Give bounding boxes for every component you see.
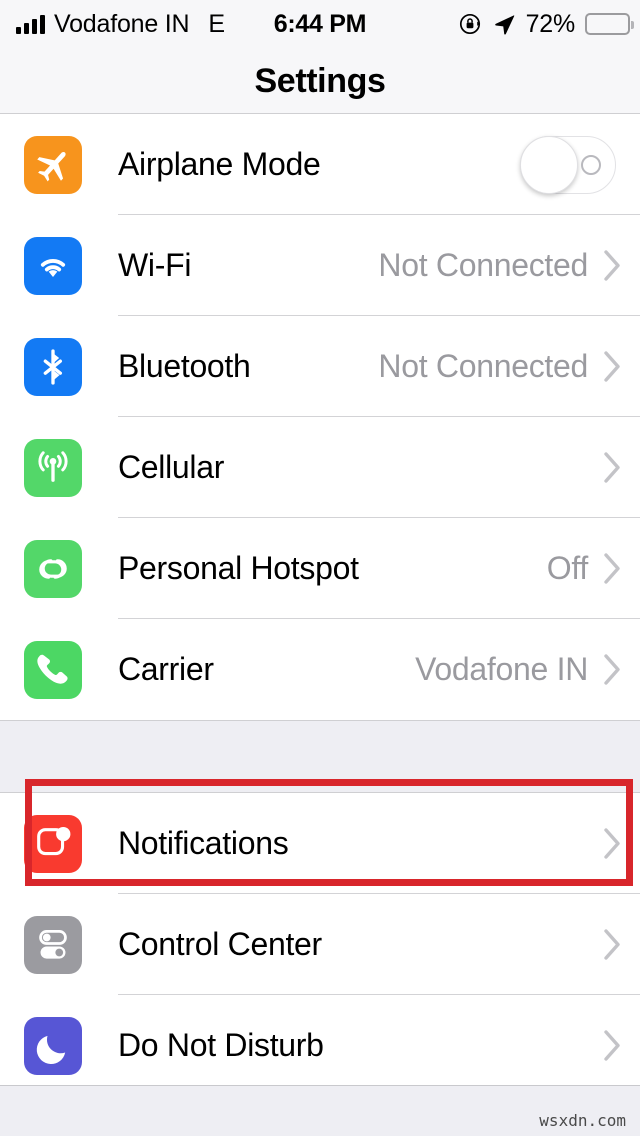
settings-group-connectivity: Airplane Mode Wi-Fi Not Connected Blueto… [0, 114, 640, 720]
status-bar-right: 72% [459, 9, 634, 39]
settings-row-personal-hotspot[interactable]: Personal Hotspot Off [0, 518, 640, 619]
chevron-right-icon [604, 929, 622, 960]
iphone-settings-screen: Vodafone IN E 6:44 PM 72% Settings Airpl… [0, 0, 640, 1136]
settings-row-label: Wi-Fi [118, 247, 192, 283]
settings-row-accessory: Vodafone IN [415, 651, 640, 688]
settings-row-label: Carrier [118, 651, 214, 687]
status-bar: Vodafone IN E 6:44 PM 72% [0, 0, 640, 48]
settings-row-label: Personal Hotspot [118, 550, 359, 586]
settings-row-label: Airplane Mode [118, 146, 321, 182]
settings-row-do-not-disturb[interactable]: Do Not Disturb [0, 995, 640, 1096]
chevron-right-icon [604, 828, 622, 859]
battery-percent-label: 72% [525, 9, 576, 38]
settings-list: Airplane Mode Wi-Fi Not Connected Blueto… [0, 114, 640, 1096]
watermark-label: wsxdn.com [539, 1111, 626, 1130]
settings-row-label: Control Center [118, 926, 322, 962]
location-arrow-icon [494, 14, 514, 34]
settings-row-accessory [588, 828, 640, 859]
settings-row-label: Bluetooth [118, 348, 251, 384]
settings-row-value: Vodafone IN [415, 651, 588, 687]
chevron-right-icon [604, 452, 622, 483]
chevron-right-icon [604, 654, 622, 685]
settings-row-bluetooth[interactable]: Bluetooth Not Connected [0, 316, 640, 417]
settings-row-accessory: Not Connected [378, 348, 640, 385]
settings-row-control-center[interactable]: Control Center [0, 894, 640, 995]
settings-row-accessory [520, 135, 640, 194]
toggle-off-indicator [581, 154, 601, 175]
settings-row-accessory [588, 452, 640, 483]
settings-row-notifications[interactable]: Notifications [0, 793, 640, 894]
settings-row-wifi[interactable]: Wi-Fi Not Connected [0, 215, 640, 316]
settings-row-accessory [588, 1030, 640, 1061]
chevron-right-icon [604, 1030, 622, 1061]
airplane-mode-toggle[interactable] [520, 135, 616, 194]
notification-badge-icon [24, 814, 82, 873]
settings-row-carrier[interactable]: Carrier Vodafone IN [0, 619, 640, 720]
toggle-knob [520, 135, 578, 194]
settings-row-label: Notifications [118, 825, 289, 861]
page-title: Settings [254, 61, 386, 100]
settings-row-accessory [588, 929, 640, 960]
footer-strip: wsxdn.com [0, 1085, 640, 1136]
airplane-icon [24, 135, 82, 194]
phone-handset-icon [24, 640, 82, 699]
settings-row-cellular[interactable]: Cellular [0, 417, 640, 518]
settings-row-label: Cellular [118, 449, 225, 485]
bluetooth-icon [24, 337, 82, 396]
wifi-icon [24, 236, 82, 295]
settings-row-value: Not Connected [378, 348, 588, 384]
settings-row-airplane-mode[interactable]: Airplane Mode [0, 114, 640, 215]
settings-row-accessory: Not Connected [378, 247, 640, 284]
chevron-right-icon [604, 553, 622, 584]
hotspot-link-icon [24, 539, 82, 598]
control-center-toggles-icon [24, 915, 82, 974]
settings-row-label: Do Not Disturb [118, 1027, 324, 1063]
rotation-lock-icon [459, 13, 480, 35]
battery-icon [585, 13, 634, 35]
crescent-moon-icon [24, 1016, 82, 1075]
chevron-right-icon [604, 250, 622, 281]
group-gap [0, 720, 640, 793]
settings-row-value: Not Connected [378, 247, 588, 283]
settings-row-value: Off [546, 550, 589, 586]
navigation-bar: Settings [0, 48, 640, 114]
settings-row-accessory: Off [547, 550, 640, 587]
settings-group-notifications: Notifications Control Center Do Not Dist… [0, 793, 640, 1096]
chevron-right-icon [604, 351, 622, 382]
cellular-antenna-icon [24, 438, 82, 497]
